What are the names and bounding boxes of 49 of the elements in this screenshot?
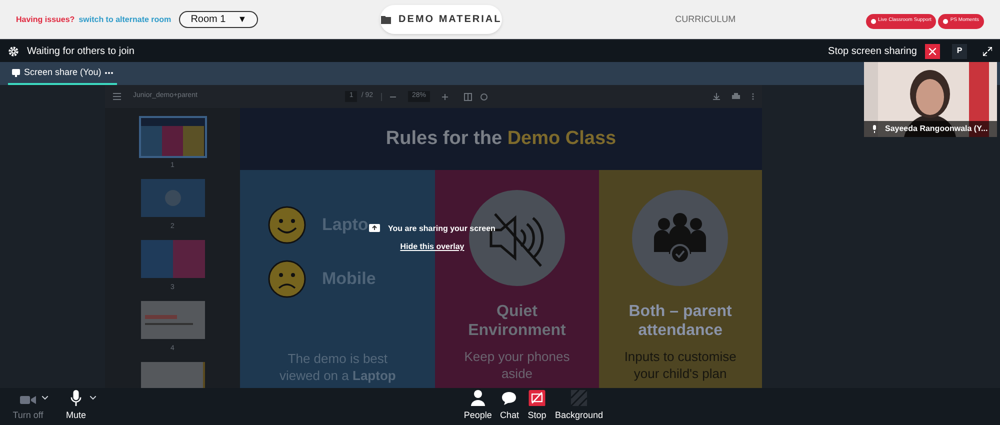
toolbar-button[interactable]: Background — [550, 390, 607, 424]
microphone-icon — [872, 125, 877, 133]
group-icon — [632, 190, 728, 286]
toolbar-button[interactable]: Mute — [56, 390, 96, 424]
close-button[interactable] — [925, 44, 940, 58]
screen-share-icon — [369, 224, 380, 234]
smiley-icon — [268, 206, 306, 244]
slide-caption: Keep your phones aside — [463, 348, 571, 382]
participant-name: Sayeeda Rangoonwala (Y... — [885, 123, 988, 135]
zoom-in-icon[interactable] — [442, 94, 448, 100]
sharing-message: You are sharing your screen — [388, 223, 496, 235]
stop-share-icon — [526, 390, 547, 406]
toolbar-button[interactable]: Chat — [496, 390, 523, 424]
microphone-icon — [70, 390, 82, 406]
slide-thumbnail[interactable] — [138, 116, 206, 158]
stop-sharing-label: Stop screen sharing — [828, 44, 917, 58]
person-icon — [470, 390, 485, 406]
participant-avatar-button[interactable]: P — [952, 44, 967, 58]
toolbar-button[interactable]: People — [460, 390, 496, 424]
slide-thumbnail[interactable] — [138, 299, 206, 341]
slide-heading: Both – parent attendance — [628, 302, 733, 340]
zoom-out-icon[interactable] — [390, 94, 396, 100]
slide-caption: Inputs to customise your child's plan — [623, 348, 738, 382]
slide-heading: Quiet Environment — [467, 302, 567, 340]
screen-share-tab[interactable]: Screen share (You) — [8, 63, 118, 85]
slide-thumbnail[interactable] — [138, 177, 206, 219]
expand-icon[interactable] — [983, 46, 992, 56]
chat-icon — [501, 391, 518, 406]
menu-icon[interactable] — [113, 93, 121, 100]
demo-material-button[interactable]: DEMO MATERIAL — [380, 5, 502, 34]
slide-title: Rules for the Demo Class — [386, 126, 616, 151]
caret-icon[interactable] — [90, 396, 96, 400]
muted-speaker-icon — [468, 190, 565, 286]
room-dropdown[interactable]: Room 1 ▼ — [179, 11, 258, 28]
download-icon[interactable] — [713, 93, 720, 100]
screen-icon — [12, 69, 20, 77]
fit-page-icon[interactable] — [464, 92, 472, 100]
print-icon[interactable] — [732, 93, 740, 100]
issue-text: Having issues? — [16, 14, 75, 26]
close-icon — [929, 48, 936, 54]
hide-overlay-link[interactable]: Hide this overlay — [400, 241, 464, 253]
folder-icon — [380, 16, 391, 24]
meeting-status: Waiting for others to join — [27, 44, 134, 58]
toolbar-button[interactable]: Stop — [522, 390, 551, 424]
settings-icon[interactable] — [8, 46, 19, 56]
sad-face-icon — [268, 260, 306, 298]
slide-thumbnail[interactable] — [138, 238, 206, 280]
camera-icon — [20, 394, 36, 406]
curriculum-link[interactable]: CURRICULUM — [675, 12, 736, 26]
